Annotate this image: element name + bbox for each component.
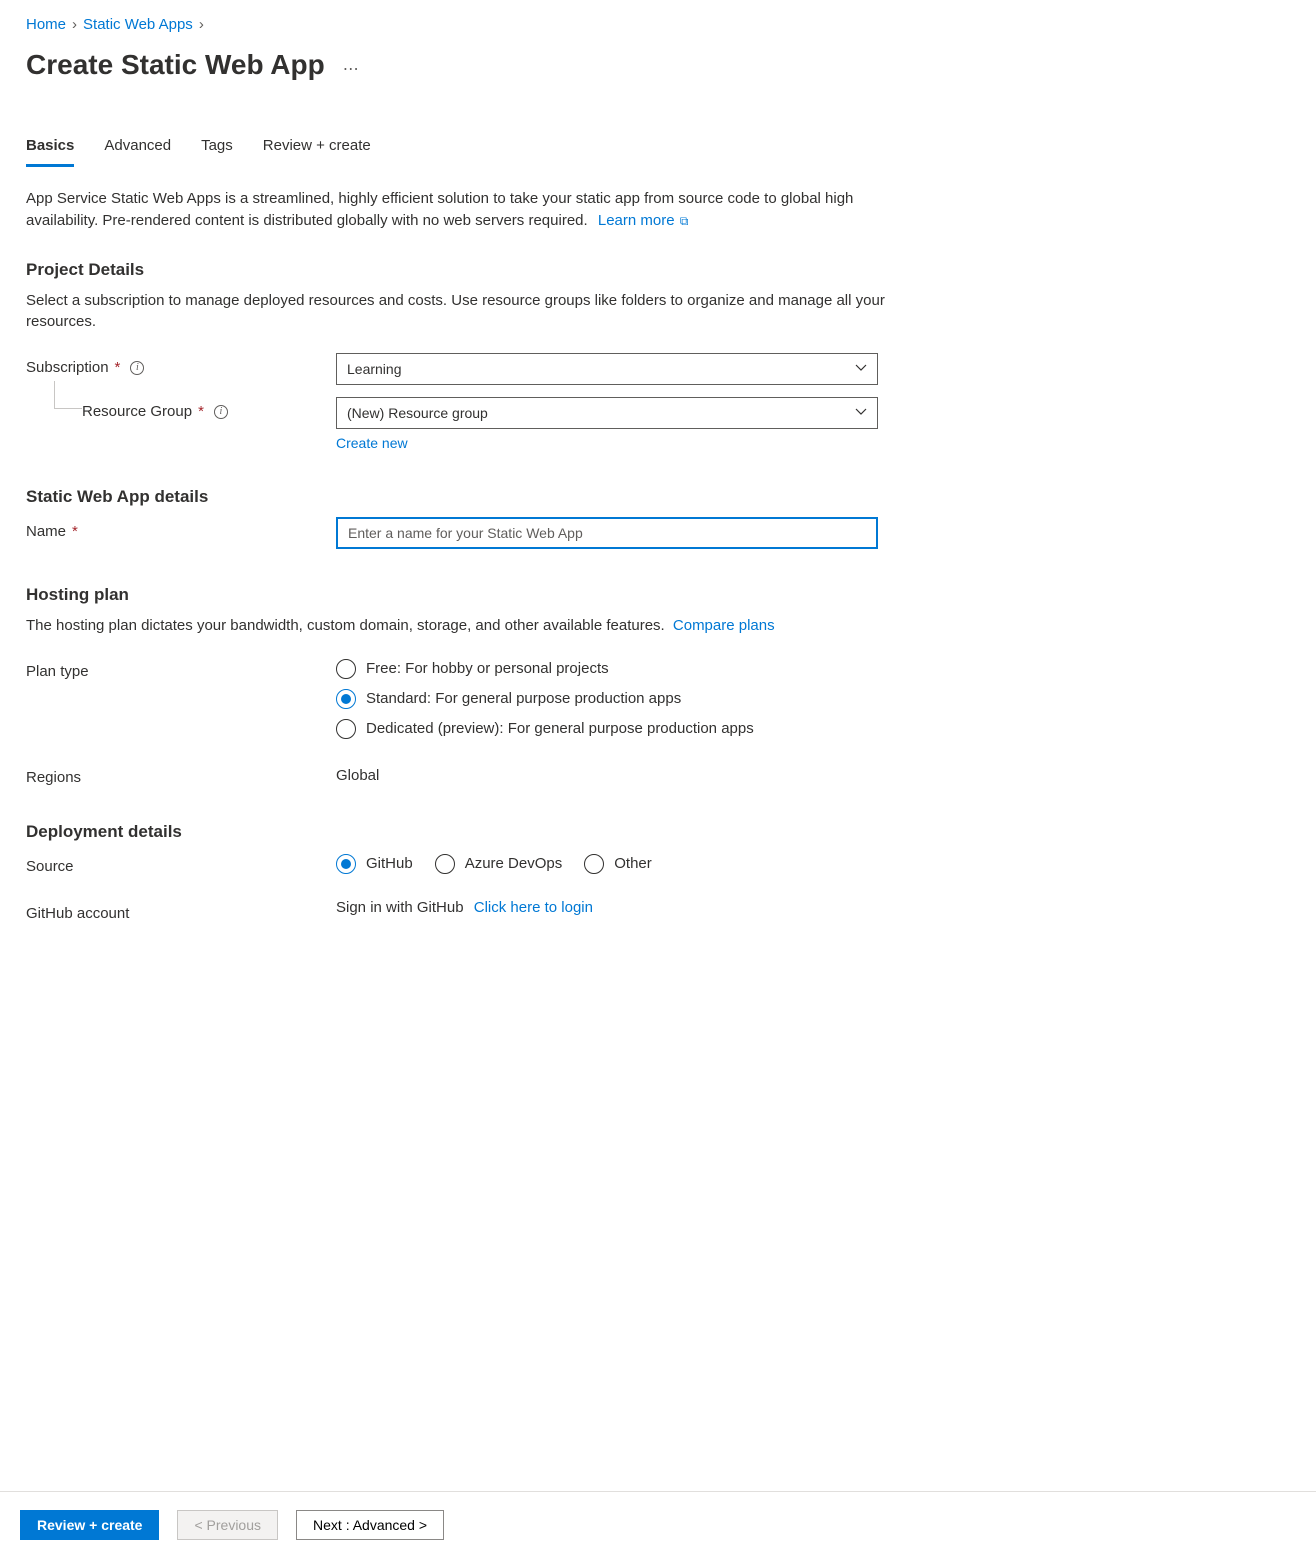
subscription-value: Learning <box>347 361 402 377</box>
review-create-button[interactable]: Review + create <box>20 1510 159 1540</box>
deployment-details-heading: Deployment details <box>26 822 900 842</box>
footer-actions: Review + create < Previous Next : Advanc… <box>0 1491 1316 1558</box>
plan-type-label: Plan type <box>26 657 336 680</box>
chevron-down-icon <box>855 361 867 377</box>
resource-group-label: Resource Group * i <box>26 397 336 420</box>
tab-basics[interactable]: Basics <box>26 129 74 167</box>
previous-button[interactable]: < Previous <box>177 1510 278 1540</box>
info-icon[interactable]: i <box>130 361 144 375</box>
radio-icon <box>336 689 356 709</box>
plan-type-standard[interactable]: Standard: For general purpose production… <box>336 689 900 709</box>
regions-label: Regions <box>26 763 336 786</box>
tab-advanced[interactable]: Advanced <box>104 129 171 167</box>
source-label: Source <box>26 852 336 875</box>
hosting-plan-desc: The hosting plan dictates your bandwidth… <box>26 615 900 637</box>
app-details-heading: Static Web App details <box>26 487 900 507</box>
subscription-label: Subscription * i <box>26 353 336 376</box>
external-link-icon: ⧉ <box>677 214 689 228</box>
breadcrumb-home[interactable]: Home <box>26 16 66 33</box>
required-indicator: * <box>198 403 204 420</box>
radio-icon <box>336 854 356 874</box>
learn-more-link[interactable]: Learn more ⧉ <box>598 212 689 229</box>
github-login-link[interactable]: Click here to login <box>474 899 593 916</box>
radio-icon <box>435 854 455 874</box>
source-azure-devops[interactable]: Azure DevOps <box>435 854 563 874</box>
regions-value: Global <box>336 763 900 784</box>
source-github[interactable]: GitHub <box>336 854 413 874</box>
radio-icon <box>336 719 356 739</box>
info-icon[interactable]: i <box>214 405 228 419</box>
tree-connector-icon <box>54 381 82 409</box>
project-details-desc: Select a subscription to manage deployed… <box>26 290 900 334</box>
required-indicator: * <box>72 523 78 540</box>
radio-icon <box>584 854 604 874</box>
resource-group-select[interactable]: (New) Resource group <box>336 397 878 429</box>
tab-review-create[interactable]: Review + create <box>263 129 371 167</box>
breadcrumb-parent[interactable]: Static Web Apps <box>83 16 193 33</box>
create-new-resource-group-link[interactable]: Create new <box>336 435 408 451</box>
page-title: Create Static Web App <box>26 49 325 81</box>
name-label: Name * <box>26 517 336 540</box>
github-account-label: GitHub account <box>26 899 336 922</box>
project-details-heading: Project Details <box>26 260 900 280</box>
chevron-down-icon <box>855 405 867 421</box>
intro-text: App Service Static Web Apps is a streaml… <box>26 188 900 232</box>
hosting-plan-heading: Hosting plan <box>26 585 900 605</box>
radio-icon <box>336 659 356 679</box>
resource-group-value: (New) Resource group <box>347 405 488 421</box>
more-actions-icon[interactable]: ⋯ <box>343 59 360 79</box>
app-name-input[interactable] <box>336 517 878 549</box>
next-advanced-button[interactable]: Next : Advanced > <box>296 1510 444 1540</box>
tab-tags[interactable]: Tags <box>201 129 233 167</box>
chevron-right-icon: › <box>199 16 204 33</box>
plan-type-free[interactable]: Free: For hobby or personal projects <box>336 659 900 679</box>
source-other[interactable]: Other <box>584 854 652 874</box>
required-indicator: * <box>115 359 121 376</box>
subscription-select[interactable]: Learning <box>336 353 878 385</box>
tabs: Basics Advanced Tags Review + create <box>26 129 900 168</box>
github-signin-text: Sign in with GitHub Click here to login <box>336 899 900 916</box>
plan-type-dedicated[interactable]: Dedicated (preview): For general purpose… <box>336 719 900 739</box>
breadcrumb: Home › Static Web Apps › <box>26 16 900 33</box>
compare-plans-link[interactable]: Compare plans <box>673 617 775 634</box>
chevron-right-icon: › <box>72 16 77 33</box>
